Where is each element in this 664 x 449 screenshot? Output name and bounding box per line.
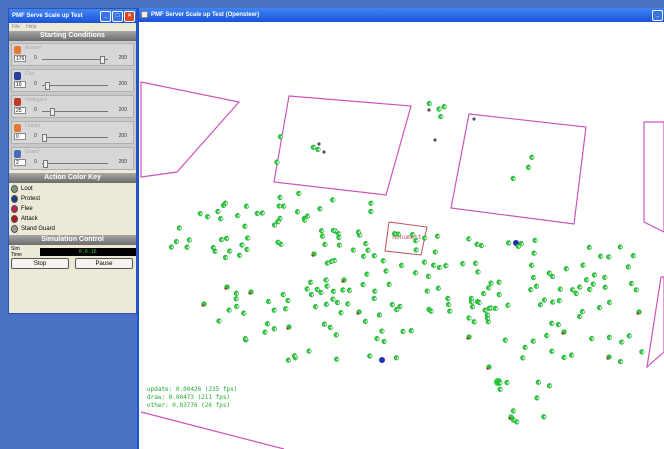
leader-count-field[interactable]: 0 (14, 133, 26, 140)
condition-label: Activist (25, 45, 41, 51)
key-item-loot: Loot (9, 184, 136, 194)
sim-buttons: Stop Pause (9, 258, 136, 269)
simulation-window-titlebar[interactable]: PMF Server Scale up Test (Opensteer) _ □ (139, 8, 664, 22)
key-label: Flee (21, 206, 33, 212)
close-button[interactable]: × (124, 10, 135, 22)
zone-upper-center (273, 95, 412, 196)
flee-icon (11, 205, 18, 213)
slider-max-label: 200 (118, 107, 127, 113)
action-color-key-list: Loot Protest Flee Attack Stand Guard (9, 183, 136, 235)
leader-slider-track[interactable] (42, 137, 108, 138)
sim-time-row: Sim Time 0.0:16 (9, 245, 136, 258)
cop-agents (379, 240, 519, 363)
key-label: Attack (21, 216, 38, 222)
menu-bar: File Help (9, 23, 136, 31)
starting-conditions-panel: Activist 176 0 200 Cop 10 0 200 Hooligan… (9, 41, 136, 170)
hooligans-slider-thumb[interactable] (50, 108, 55, 116)
condition-leader: Leader 0 0 200 (11, 121, 134, 144)
zone-upper-right (450, 113, 587, 225)
menu-help[interactable]: Help (26, 24, 36, 30)
hooligans-count-field[interactable]: 25 (14, 107, 26, 114)
zone-right-edge (643, 121, 664, 233)
activist-count-field[interactable]: 176 (14, 55, 26, 62)
distant-agent (317, 142, 321, 146)
condition-cop: Cop 10 0 200 (11, 69, 134, 92)
starting-conditions-header: Starting Conditions (9, 31, 136, 41)
stat-other: other: 0.03776 (26 fps) (147, 402, 230, 409)
maximize-button[interactable]: □ (112, 10, 123, 22)
condition-guard: Guard 2 0 200 (11, 147, 134, 170)
stand-guard-icon (11, 225, 18, 233)
loot-icon (11, 185, 18, 193)
key-label: Protest (21, 196, 41, 202)
app-icon (141, 11, 148, 18)
zone-left (140, 81, 241, 178)
cop-slider-thumb[interactable] (45, 82, 50, 90)
cop-slider-track[interactable] (42, 85, 108, 86)
activist-icon (14, 46, 21, 54)
condition-label: Guard (25, 149, 39, 155)
zone-bottom-left (140, 411, 285, 449)
cop-icon (14, 72, 21, 80)
control-window-title: PMF Serve Scale up Test (12, 13, 83, 19)
condition-label: Hooligans (25, 97, 48, 103)
leader-icon (14, 124, 21, 132)
slider-max-label: 200 (118, 81, 127, 87)
action-color-key-header: Action Color Key (9, 173, 136, 183)
slider-max-label: 200 (118, 55, 127, 61)
hooligans-icon (14, 98, 21, 106)
guard-slider-track[interactable] (42, 163, 108, 164)
key-label: Stand Guard (21, 226, 56, 232)
stat-update: update: 0.00426 (235 fps) (147, 386, 237, 393)
simulation-viewport[interactable]: Monument update: 0.00426 (235 fps) draw:… (139, 22, 664, 449)
distant-agent (472, 117, 476, 121)
slider-max-label: 200 (118, 159, 127, 165)
key-item-flee: Flee (9, 204, 136, 214)
distant-agent (322, 150, 326, 154)
control-window-titlebar[interactable]: PMF Serve Scale up Test _ □ × (9, 9, 136, 23)
slider-min-label: 0 (34, 159, 37, 165)
condition-activist: Activist 176 0 200 (11, 43, 134, 66)
condition-label: Leader (25, 123, 41, 129)
guard-icon (14, 150, 21, 158)
guard-slider-thumb[interactable] (43, 160, 48, 168)
key-label: Loot (21, 186, 33, 192)
key-item-protest: Protest (9, 194, 136, 204)
distant-agent (427, 108, 431, 112)
guard-count-field[interactable]: 2 (14, 159, 26, 166)
menu-file[interactable]: File (12, 24, 20, 30)
slider-min-label: 0 (34, 133, 37, 139)
key-item-stand-guard: Stand Guard (9, 224, 136, 234)
minimize-button[interactable]: _ (652, 9, 663, 21)
crowd-agents (168, 100, 645, 425)
simulation-window: PMF Server Scale up Test (Opensteer) _ □… (137, 8, 664, 449)
zone-lower-right (646, 276, 664, 369)
activist-slider-thumb[interactable] (100, 56, 105, 64)
sim-time-display: 0.0:16 (39, 247, 136, 256)
cop-agent (379, 357, 385, 363)
simulation-control-header: Simulation Control (9, 235, 136, 245)
control-window: PMF Serve Scale up Test _ □ × File Help … (8, 8, 137, 314)
protest-icon (11, 195, 18, 203)
minimize-button[interactable]: _ (100, 10, 111, 22)
slider-max-label: 200 (118, 133, 127, 139)
key-item-attack: Attack (9, 214, 136, 224)
condition-hooligans: Hooligans 25 0 200 (11, 95, 134, 118)
condition-label: Cop (25, 71, 35, 77)
attack-icon (11, 215, 18, 223)
slider-min-label: 0 (34, 81, 37, 87)
pause-button[interactable]: Pause (75, 258, 133, 269)
stat-draw: draw: 0.00473 (211 fps) (147, 394, 230, 401)
stats-overlay: update: 0.00426 (235 fps) draw: 0.00473 … (147, 386, 237, 409)
cop-count-field[interactable]: 10 (14, 81, 26, 88)
activist-slider-track[interactable] (42, 59, 108, 60)
slider-min-label: 0 (34, 107, 37, 113)
distant-agent (433, 138, 437, 142)
simulation-window-title: PMF Server Scale up Test (Opensteer) (151, 12, 260, 18)
slider-min-label: 0 (34, 55, 37, 61)
sim-time-label: Sim Time (11, 245, 22, 258)
leader-slider-thumb[interactable] (42, 134, 47, 142)
stop-button[interactable]: Stop (11, 258, 69, 269)
